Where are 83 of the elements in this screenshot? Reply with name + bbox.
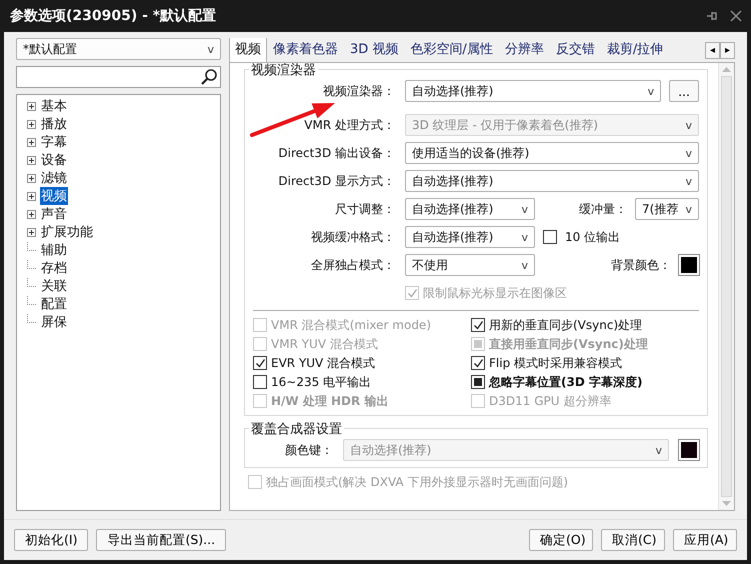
checkbox-label: 忽略字幕位置(3D 字幕深度) <box>489 374 642 390</box>
scroll-right-button[interactable]: ▸ <box>720 42 735 58</box>
tab[interactable]: 3D 视频 <box>344 38 404 62</box>
dropdown[interactable]: 7(推荐 v <box>635 198 699 220</box>
checkbox[interactable] <box>471 318 485 332</box>
tab[interactable]: 视频 <box>229 38 267 62</box>
tab[interactable]: 色彩空间/属性 <box>404 38 499 62</box>
checkbox-label: Flip 模式时采用兼容模式 <box>489 354 622 372</box>
field-label: 颜色键： <box>284 442 333 458</box>
field-label: 视频缓冲格式： <box>310 228 395 246</box>
checkbox[interactable] <box>471 356 485 370</box>
search-icon[interactable] <box>200 68 218 86</box>
checkbox[interactable] <box>471 375 485 389</box>
group-title: 覆盖合成器设置 <box>249 420 344 438</box>
tree-item[interactable]: 设备 <box>40 151 68 169</box>
tree-item[interactable]: 滤镜 <box>40 169 68 187</box>
footer-button[interactable]: 初始化(I) <box>14 529 88 551</box>
field-label: 视频渲染器： <box>322 82 395 100</box>
dropdown[interactable]: 自动选择(推荐) v <box>405 170 699 192</box>
profile-dropdown[interactable]: *默认配置 v <box>16 38 221 60</box>
field-label: VMR 处理方式： <box>303 116 395 134</box>
tree-item[interactable]: 存档 <box>40 259 68 277</box>
expand-icon[interactable] <box>27 120 36 128</box>
checkbox[interactable] <box>253 356 267 370</box>
tree-item[interactable]: 辅助 <box>40 241 68 259</box>
expand-icon[interactable] <box>27 156 36 164</box>
search-field[interactable] <box>16 66 221 88</box>
footer-button[interactable]: 确定(O) <box>529 529 593 551</box>
tree-item[interactable]: 基本 <box>40 97 68 115</box>
field-label: 全屏独占模式： <box>310 256 395 274</box>
close-icon[interactable] <box>729 9 743 23</box>
tree-item[interactable]: 配置 <box>40 295 68 313</box>
dropdown[interactable]: 不使用 v <box>405 254 535 276</box>
dropdown[interactable]: 自动选择(推荐) v <box>405 226 535 248</box>
footer-button[interactable]: 应用(A) <box>673 529 737 551</box>
window-title: 参数选项(230905) - *默认配置 <box>10 7 218 25</box>
checkbox-label: 用新的垂直同步(Vsync)处理 <box>489 316 642 334</box>
field-label: Direct3D 显示方式： <box>277 172 395 190</box>
expand-icon[interactable] <box>27 228 36 236</box>
tree-item[interactable]: 扩展功能 <box>40 223 94 241</box>
scroll-thumb[interactable] <box>721 76 732 497</box>
checkbox-label: 独占画面模式(解决 DXVA 下用外接显示器时无画面问题) <box>266 474 568 490</box>
group-title: 视频渲染器 <box>249 63 318 79</box>
field-label: Direct3D 输出设备： <box>277 144 395 162</box>
expand-icon[interactable] <box>27 174 36 182</box>
tab[interactable]: 裁剪/拉伸 <box>600 38 670 62</box>
field-label: 缓冲量： <box>579 200 627 218</box>
field-label: 背景颜色： <box>611 256 671 274</box>
scrollbar[interactable] <box>718 63 734 510</box>
tree-item[interactable]: 视频 <box>40 187 68 205</box>
checkbox-label: 限制鼠标光标显示在图像区 <box>423 284 567 302</box>
color-swatch[interactable] <box>679 255 699 275</box>
tab[interactable]: 反交错 <box>550 38 601 62</box>
checkbox-label: VMR YUV 混合模式 <box>271 336 378 352</box>
checkbox-label: 直接用垂直同步(Vsync)处理 <box>489 336 648 352</box>
expand-icon[interactable] <box>27 138 36 146</box>
tree-item[interactable]: 声音 <box>40 205 68 223</box>
expand-icon[interactable] <box>27 210 36 218</box>
more-button[interactable]: ... <box>669 80 699 102</box>
tree-item[interactable]: 字幕 <box>40 133 68 151</box>
footer-button[interactable]: 取消(C) <box>601 529 665 551</box>
pin-icon[interactable] <box>705 9 719 23</box>
checkbox-label: EVR YUV 混合模式 <box>271 354 376 372</box>
checkbox-label: 16~235 电平输出 <box>271 374 372 390</box>
checkbox-label: H/W 处理 HDR 输出 <box>271 392 388 410</box>
field-label: 尺寸调整： <box>334 200 395 218</box>
tree-item[interactable]: 屏保 <box>40 313 68 331</box>
footer-button[interactable]: 导出当前配置(S)... <box>96 529 226 551</box>
tab[interactable]: 分辨率 <box>498 38 550 62</box>
tree-item[interactable]: 播放 <box>40 115 68 133</box>
checkbox-label: VMR 混合模式(mixer mode) <box>271 316 431 334</box>
expand-icon[interactable] <box>27 102 36 110</box>
scroll-left-button[interactable]: ◂ <box>705 42 720 58</box>
checkbox-label: 10 位输出 <box>565 228 620 246</box>
checkbox[interactable] <box>253 375 267 389</box>
tree-item[interactable]: 关联 <box>40 277 68 295</box>
tab[interactable]: 像素着色器 <box>267 38 344 62</box>
checkbox-label: D3D11 GPU 超分辨率 <box>489 392 612 410</box>
expand-icon[interactable] <box>27 192 36 200</box>
dropdown[interactable]: 使用适当的设备(推荐) v <box>405 142 699 164</box>
dropdown[interactable]: 自动选择(推荐) v <box>405 198 535 220</box>
dropdown[interactable]: 自动选择(推荐) v <box>405 80 662 102</box>
checkbox[interactable] <box>543 230 557 244</box>
